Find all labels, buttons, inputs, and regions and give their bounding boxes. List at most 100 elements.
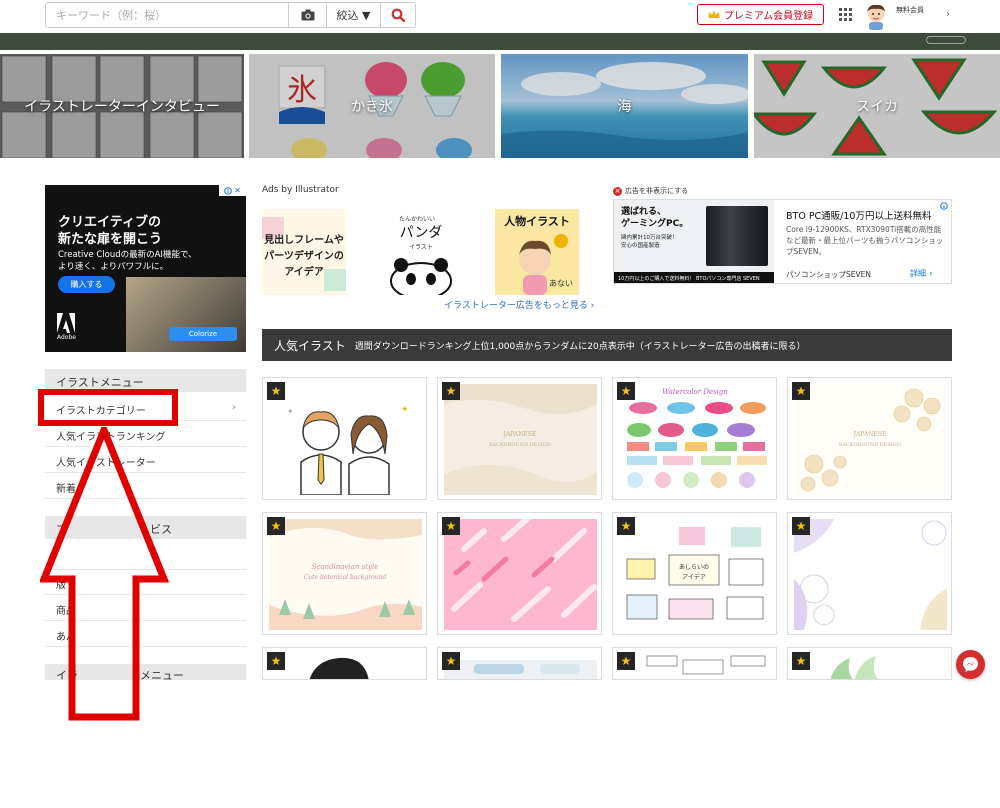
illustrator-ad-panda[interactable]: たんかわいい パンダ イラスト: [379, 209, 463, 295]
banner-illustrator-interview[interactable]: イラストレーターインタビュー: [0, 54, 244, 158]
illust-card[interactable]: ★ JAPANESE BACKGROUND DESIGN: [787, 377, 952, 500]
card-art: [309, 657, 369, 679]
ad-thumb-frames-art: 見出しフレームや パーツデザインの アイデア: [262, 217, 346, 291]
header-band: [0, 33, 1000, 50]
svg-text:Scandinavian style: Scandinavian style: [312, 563, 379, 571]
ad-detail-link[interactable]: 詳細 ›: [910, 268, 933, 279]
ad-description: Core i9-12900KS、RTX3090Ti搭載の高性能など最新・最上位パ…: [786, 225, 944, 256]
svg-text:BACKGROUND DESIGN: BACKGROUND DESIGN: [839, 442, 902, 448]
account-chevron-icon[interactable]: ›: [946, 9, 950, 20]
illust-card[interactable]: ★ あしらいの アイデア: [612, 512, 777, 635]
adobe-brand-label: Adobe: [57, 334, 76, 341]
banner-watermelon[interactable]: スイカ: [754, 54, 1000, 158]
ads-by-illustrator-heading: Ads by Illustrator: [262, 185, 339, 195]
hide-ad-label: 広告を非表示にする: [625, 187, 689, 195]
card-art: Watercolor Design: [619, 384, 772, 495]
camera-icon: [301, 9, 314, 21]
card-art: JAPANESE BACKGROUND DESIGN: [444, 384, 597, 495]
illust-card[interactable]: ★: [437, 512, 602, 635]
premium-signup-button[interactable]: プレミアム会員登録: [697, 4, 824, 25]
illust-card[interactable]: ★ Scandinavian style Cute botanical back…: [262, 512, 427, 635]
illust-card[interactable]: ★: [612, 647, 777, 680]
svg-text:あしらいの: あしらいの: [679, 564, 709, 571]
star-icon: ★: [267, 382, 285, 400]
card-art: [830, 656, 879, 679]
star-icon: ★: [617, 517, 635, 535]
apps-grid-icon[interactable]: [839, 8, 852, 21]
illust-card[interactable]: ★ JAPANESE BACKGROUND DESIGN: [437, 377, 602, 500]
banner-label: かき氷: [351, 99, 393, 115]
ad-thumb-panda-art: たんかわいい パンダ イラスト: [390, 216, 452, 295]
bto-pc-ad[interactable]: 選ばれる、 ゲーミングPC。 関内累計10万台突破！ 安心の国産製造 10万円以…: [613, 199, 952, 284]
avatar[interactable]: [862, 2, 890, 30]
crown-icon: [708, 10, 720, 18]
messenger-icon: [963, 657, 978, 672]
card-art: [444, 519, 597, 630]
card-art: ✦ ✦: [287, 405, 409, 495]
ad-title: BTO PC通販/10万円以上送料無料: [786, 211, 932, 222]
band-toggle[interactable]: [926, 36, 966, 44]
svg-text:JAPANESE: JAPANESE: [853, 431, 887, 438]
svg-text:パンダ: パンダ: [400, 225, 443, 241]
close-icon: ×: [613, 186, 622, 196]
svg-text:Cute botanical background: Cute botanical background: [304, 574, 387, 581]
illust-card[interactable]: ★: [437, 647, 602, 680]
illust-card[interactable]: ★: [787, 512, 952, 635]
svg-text:BACKGROUND DESIGN: BACKGROUND DESIGN: [489, 442, 552, 448]
star-icon: ★: [617, 652, 635, 670]
star-icon: ★: [442, 652, 460, 670]
star-icon: ★: [267, 517, 285, 535]
svg-text:Watercolor Design: Watercolor Design: [662, 388, 728, 396]
colorize-button: Colorize: [169, 327, 237, 341]
svg-text:アイデア: アイデア: [682, 573, 706, 581]
banner-label: イラストレーターインタビュー: [24, 99, 220, 115]
member-status-label: 無料会員: [896, 6, 924, 14]
adobe-ad[interactable]: ✕ クリエイティブの 新たな扉を開こう Creative Cloudの最新のAI…: [45, 185, 246, 352]
more-illustrator-ads-link[interactable]: イラストレーター広告をもっと見る ›: [444, 298, 594, 311]
card-art: [646, 655, 766, 675]
adobe-logo: [57, 313, 75, 333]
illust-card[interactable]: ★ Watercolor Design: [612, 377, 777, 500]
annotation-arrow-icon: [40, 427, 170, 721]
ad-title: クリエイティブの 新たな扉を開こう: [58, 215, 163, 247]
banner-sea[interactable]: 海: [501, 54, 748, 158]
illust-card[interactable]: ★ ✦ ✦: [262, 377, 427, 500]
illust-card[interactable]: ★: [787, 647, 952, 680]
search-button[interactable]: [381, 2, 416, 28]
card-art: [794, 519, 947, 630]
illust-card[interactable]: ★: [262, 647, 427, 680]
banner-label: スイカ: [856, 99, 898, 115]
ad-shop-name: パソコンショップSEVEN: [786, 270, 871, 279]
illustrator-ad-person[interactable]: 人物イラスト あない: [495, 209, 579, 295]
star-icon: ★: [792, 652, 810, 670]
chevron-right-icon: ›: [232, 402, 236, 413]
svg-text:人物イラスト: 人物イラスト: [504, 214, 570, 228]
image-search-button[interactable]: [289, 2, 327, 28]
ad-thumb-person-art: 人物イラスト あない: [504, 214, 573, 295]
site-header: 絞込 ▼ プレミアム会員登録 無料会員 ›: [0, 0, 1000, 33]
hide-ad-button[interactable]: × 広告を非表示にする: [613, 186, 688, 196]
star-icon: ★: [792, 517, 810, 535]
adchoices-icon[interactable]: [937, 200, 951, 211]
svg-text:たんかわいい: たんかわいい: [399, 216, 435, 223]
card-art: Scandinavian style Cute botanical backgr…: [269, 519, 422, 630]
banner-label: 海: [617, 99, 632, 115]
ad-body: Creative Cloudの最新のAI機能で、 より速く、よりパワフルに。: [58, 250, 197, 272]
star-icon: ★: [617, 382, 635, 400]
card-art: あしらいの アイデア: [619, 519, 772, 630]
popular-illust-bar: 人気イラスト 週間ダウンロードランキング上位1,000点からランダムに20点表示…: [262, 329, 952, 361]
svg-text:見出しフレームや: 見出しフレームや: [263, 233, 344, 246]
filter-label: 絞込 ▼: [336, 9, 371, 22]
ad-buy-button[interactable]: 購入する: [58, 276, 115, 293]
pc-case-image: [706, 206, 768, 266]
svg-text:イラスト: イラスト: [409, 244, 433, 251]
star-icon: ★: [442, 382, 460, 400]
banner-kakigori[interactable]: 氷 かき氷: [249, 54, 495, 158]
svg-text:✦: ✦: [401, 405, 409, 415]
adchoices-icon[interactable]: ✕: [219, 185, 246, 196]
filter-dropdown[interactable]: 絞込 ▼: [327, 2, 381, 28]
messenger-button[interactable]: [956, 650, 985, 679]
search-input[interactable]: [45, 2, 289, 28]
search-icon: [391, 8, 405, 22]
illustrator-ad-frames[interactable]: 見出しフレームや パーツデザインの アイデア: [262, 209, 346, 295]
